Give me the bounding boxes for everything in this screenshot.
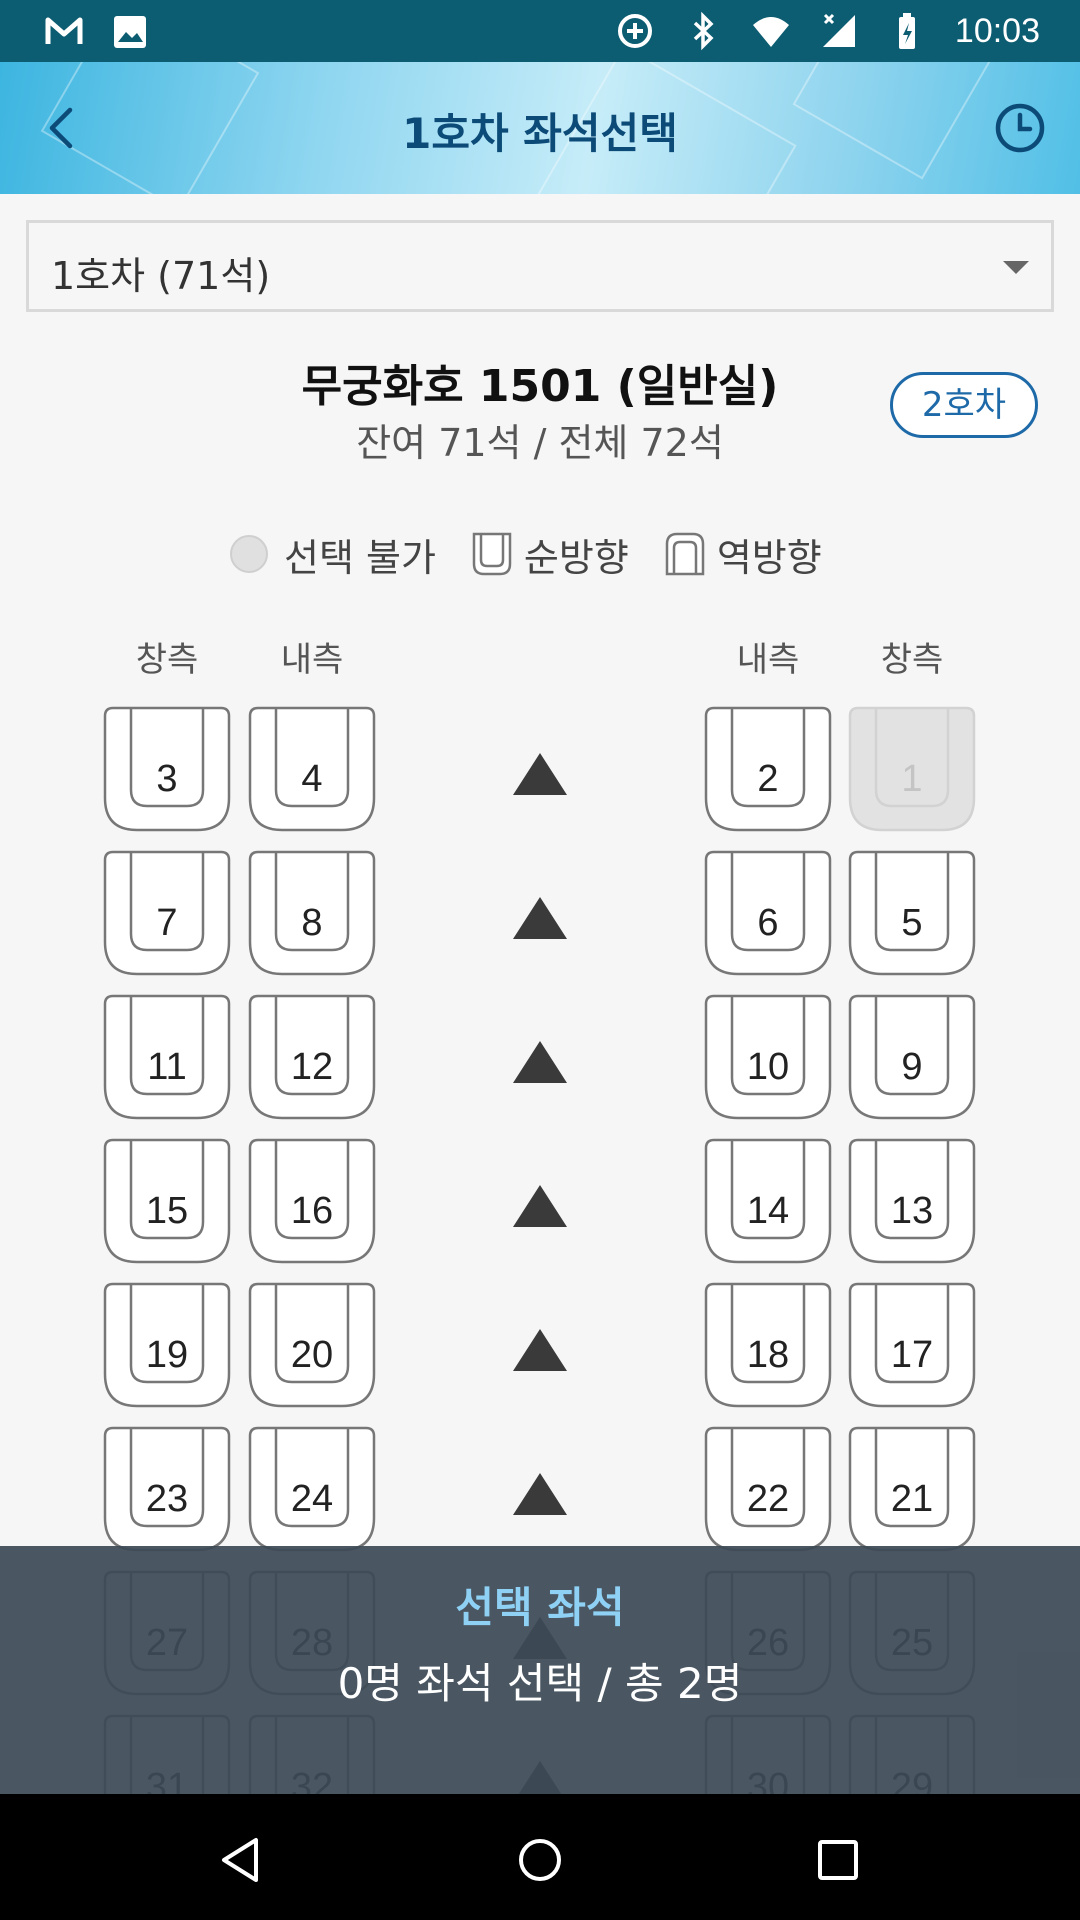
page-title: 1호차 좌석선택 <box>402 109 678 158</box>
seat-number: 2 <box>757 758 779 800</box>
seat-number: 22 <box>746 1478 790 1520</box>
data-saver-icon <box>617 14 652 48</box>
legend-forward-label: 순방향 <box>523 535 629 580</box>
seat-number: 11 <box>147 1046 187 1088</box>
seat-20[interactable]: 20 <box>247 1282 377 1408</box>
direction-arrow-icon <box>513 1329 567 1371</box>
battery-icon <box>898 13 915 49</box>
seat-number: 23 <box>145 1478 189 1520</box>
next-car-button[interactable]: 2호차 <box>890 372 1038 438</box>
seat-24[interactable]: 24 <box>247 1426 377 1552</box>
seat-18[interactable]: 18 <box>703 1282 833 1408</box>
nav-back-icon[interactable] <box>212 1830 272 1890</box>
direction-arrow-icon <box>513 1473 567 1515</box>
seat-number: 6 <box>757 902 779 944</box>
seat-14[interactable]: 14 <box>703 1138 833 1264</box>
clock-icon[interactable] <box>988 96 1052 160</box>
seat-number: 12 <box>290 1046 334 1088</box>
forward-seat-icon <box>472 532 512 576</box>
seat-number: 10 <box>746 1046 790 1088</box>
selected-seats-title: 선택 좌석 <box>455 1583 625 1632</box>
signal-icon <box>822 13 855 47</box>
chevron-down-icon <box>1003 261 1029 274</box>
seat-4[interactable]: 4 <box>247 706 377 832</box>
clock-time: 10:03 <box>954 12 1040 50</box>
seat-number: 3 <box>156 758 178 800</box>
gmail-icon <box>45 17 83 44</box>
seat-16[interactable]: 16 <box>247 1138 377 1264</box>
legend-unavailable-label: 선택 불가 <box>284 535 436 580</box>
column-label-left-window: 창측 <box>135 640 199 680</box>
unavailable-dot-icon <box>230 535 268 573</box>
seat-19[interactable]: 19 <box>102 1282 232 1408</box>
wifi-icon <box>752 17 789 47</box>
seat-number: 9 <box>901 1046 923 1088</box>
column-label-left-aisle: 내측 <box>280 640 344 680</box>
seat-3[interactable]: 3 <box>102 706 232 832</box>
seat-23[interactable]: 23 <box>102 1426 232 1552</box>
seat-number: 18 <box>746 1334 790 1376</box>
car-select-value: 1호차 (71석) <box>51 254 271 298</box>
system-nav-bar <box>0 1794 1080 1920</box>
bluetooth-icon <box>693 11 714 51</box>
seat-6[interactable]: 6 <box>703 850 833 976</box>
seat-17[interactable]: 17 <box>847 1282 977 1408</box>
seat-9[interactable]: 9 <box>847 994 977 1120</box>
seat-number: 1 <box>901 758 923 800</box>
seat-1: 1 <box>847 706 977 832</box>
seat-22[interactable]: 22 <box>703 1426 833 1552</box>
seat-number: 14 <box>746 1190 790 1232</box>
image-icon <box>114 16 146 48</box>
seat-number: 8 <box>301 902 323 944</box>
selected-seats-panel: 선택 좌석 0명 좌석 선택 / 총 2명 <box>0 1546 1080 1794</box>
seat-8[interactable]: 8 <box>247 850 377 976</box>
selected-seats-count: 0명 좌석 선택 / 총 2명 <box>337 1659 743 1708</box>
seat-number: 19 <box>145 1334 189 1376</box>
direction-arrow-icon <box>513 753 567 795</box>
seat-number: 7 <box>156 902 178 944</box>
seat-number: 15 <box>145 1190 189 1232</box>
direction-arrow-icon <box>513 1041 567 1083</box>
legend-reverse-label: 역방향 <box>716 535 822 580</box>
seat-11[interactable]: 11 <box>102 994 232 1120</box>
seat-5[interactable]: 5 <box>847 850 977 976</box>
seat-15[interactable]: 15 <box>102 1138 232 1264</box>
seat-number: 21 <box>890 1478 934 1520</box>
seat-12[interactable]: 12 <box>247 994 377 1120</box>
seat-10[interactable]: 10 <box>703 994 833 1120</box>
nav-home-icon[interactable] <box>510 1830 570 1890</box>
seat-number: 16 <box>290 1190 334 1232</box>
seat-number: 13 <box>890 1190 934 1232</box>
seat-number: 5 <box>901 902 923 944</box>
seat-number: 17 <box>890 1334 934 1376</box>
seat-number: 24 <box>290 1478 334 1520</box>
seat-7[interactable]: 7 <box>102 850 232 976</box>
direction-arrow-icon <box>513 897 567 939</box>
direction-arrow-icon <box>513 1185 567 1227</box>
column-label-right-window: 창측 <box>880 640 944 680</box>
column-label-right-aisle: 내측 <box>736 640 800 680</box>
seat-2[interactable]: 2 <box>703 706 833 832</box>
nav-recents-icon[interactable] <box>808 1830 868 1890</box>
car-select-dropdown[interactable]: 1호차 (71석) <box>26 220 1054 312</box>
seat-legend: 선택 불가 순방향 역방향 <box>230 526 822 582</box>
seat-number: 4 <box>301 758 323 800</box>
app-header: 1호차 좌석선택 <box>0 62 1080 194</box>
seat-number: 20 <box>290 1334 334 1376</box>
status-bar: 10:03 <box>0 0 1080 62</box>
seat-13[interactable]: 13 <box>847 1138 977 1264</box>
seat-21[interactable]: 21 <box>847 1426 977 1552</box>
reverse-seat-icon <box>665 532 705 576</box>
